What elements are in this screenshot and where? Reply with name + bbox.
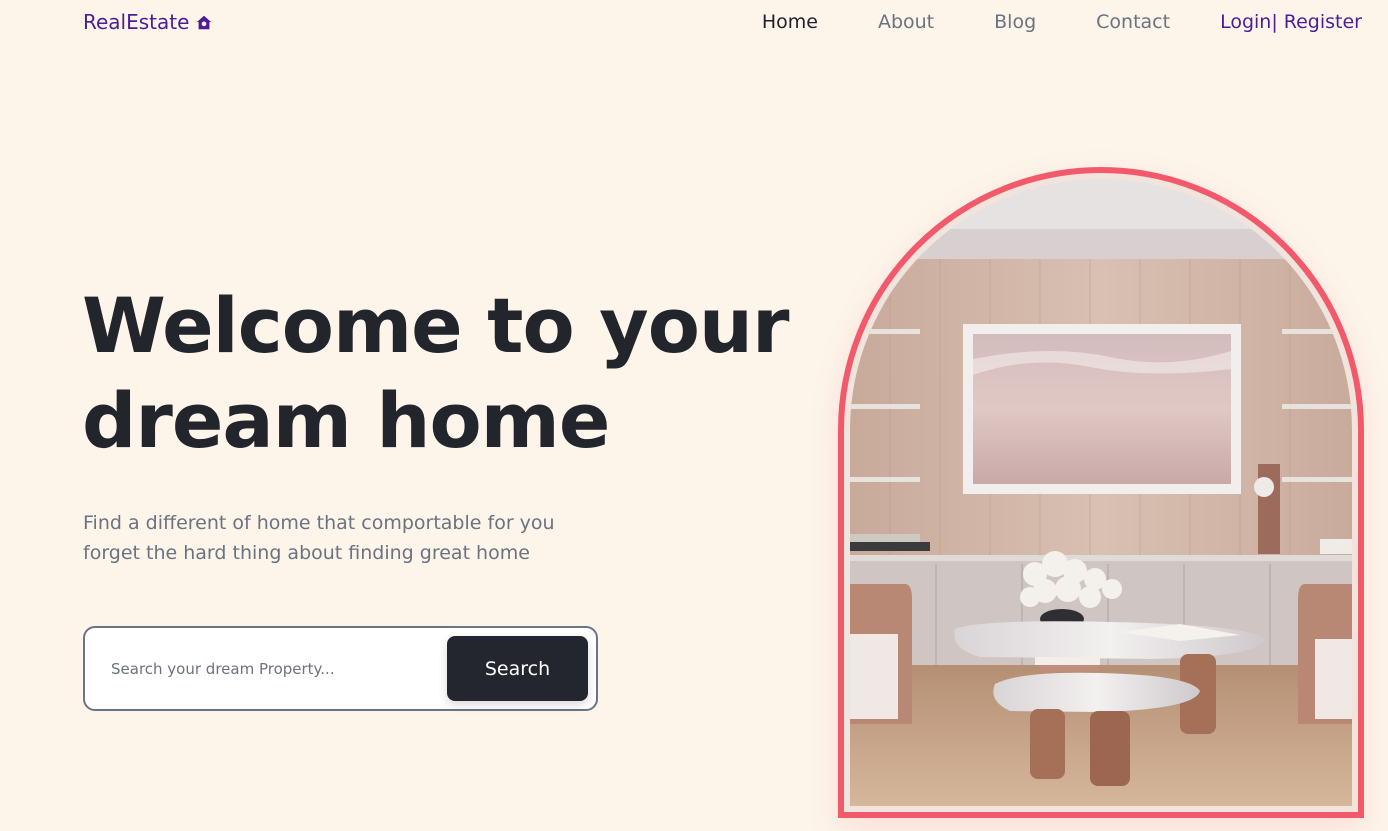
logo-text: RealEstate bbox=[83, 10, 190, 34]
landing-page: RealEstate Home About Blog Contact Login… bbox=[0, 0, 1388, 831]
living-room-image bbox=[850, 179, 1352, 806]
nav-blog[interactable]: Blog bbox=[994, 11, 1036, 33]
search-input[interactable] bbox=[95, 646, 435, 692]
nav-contact[interactable]: Contact bbox=[1096, 11, 1170, 33]
search-bar: Search bbox=[83, 626, 598, 711]
hero-title-line-1: Welcome to your bbox=[82, 281, 790, 370]
login-register-link[interactable]: Login| Register bbox=[1220, 11, 1362, 33]
search-button[interactable]: Search bbox=[447, 636, 588, 701]
hero-subtitle-line-1: Find a different of home that comportabl… bbox=[83, 512, 555, 534]
nav-home[interactable]: Home bbox=[762, 11, 818, 33]
logo-link[interactable]: RealEstate bbox=[83, 10, 213, 34]
house-icon bbox=[195, 13, 213, 31]
nav-about[interactable]: About bbox=[878, 11, 934, 33]
hero-title: Welcome to your dream home bbox=[82, 278, 842, 468]
hero-image-frame bbox=[838, 167, 1364, 818]
hero-subtitle: Find a different of home that comportabl… bbox=[83, 508, 603, 568]
hero-subtitle-line-2: forget the hard thing about finding grea… bbox=[83, 542, 530, 564]
main-nav: Home About Blog Contact Login| Register bbox=[702, 10, 1362, 34]
hero-title-line-2: dream home bbox=[82, 376, 610, 465]
